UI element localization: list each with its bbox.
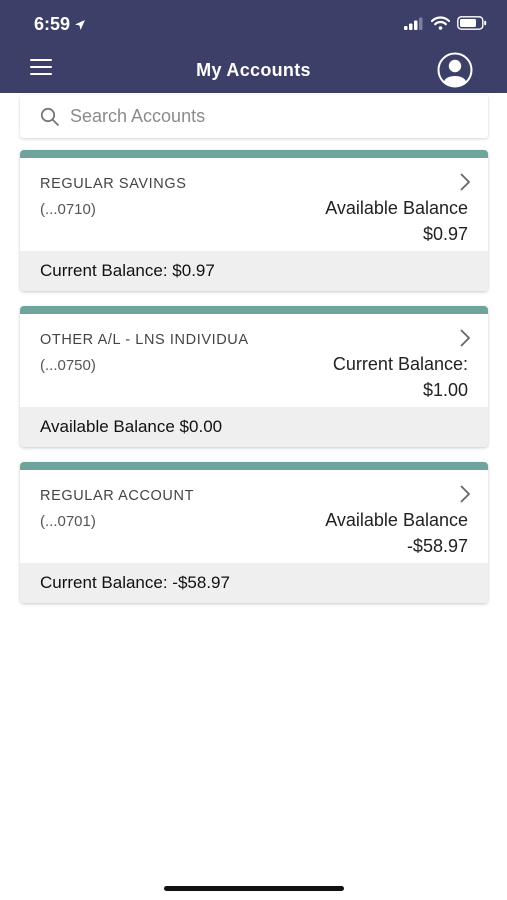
status-indicators [404,16,487,30]
account-card[interactable]: OTHER A/L - LNS INDIVIDUA (...0750) Curr… [20,306,488,447]
signal-icon [404,17,423,30]
page-title: My Accounts [196,60,311,80]
balance-label: Available Balance [325,510,468,530]
balance-label: Available Balance [325,198,468,218]
chevron-right-icon[interactable] [458,172,472,192]
card-accent-bar [20,462,488,470]
account-number: (...0710) [40,201,96,218]
location-arrow-icon [75,19,86,30]
profile-icon [437,52,473,88]
card-footer-balance: Available Balance $0.00 [20,407,488,447]
battery-icon [457,16,487,30]
account-number: (...0750) [40,357,96,374]
status-time: 6:59 [34,14,86,35]
card-accent-bar [20,150,488,158]
account-number: (...0701) [40,513,96,530]
balance-label: Current Balance: [332,354,468,374]
card-accent-bar [20,306,488,314]
search-bar[interactable] [20,95,488,138]
profile-button[interactable] [437,52,473,88]
account-name: OTHER A/L - LNS INDIVIDUA [40,332,249,348]
home-indicator[interactable] [164,886,344,891]
account-name: REGULAR SAVINGS [40,176,187,192]
status-time-text: 6:59 [34,14,71,34]
balance-value: -$58.97 [406,536,468,556]
search-icon [40,107,59,126]
account-name: REGULAR ACCOUNT [40,488,195,504]
card-footer-balance: Current Balance: -$58.97 [20,563,488,603]
chevron-right-icon[interactable] [458,328,472,348]
app-header: 6:59 My Accounts [0,0,507,93]
account-card[interactable]: REGULAR SAVINGS (...0710) Available Bala… [20,150,488,291]
card-footer-balance: Current Balance: $0.97 [20,251,488,291]
wifi-icon [431,16,450,30]
account-card[interactable]: REGULAR ACCOUNT (...0701) Available Bala… [20,462,488,603]
balance-value: $1.00 [422,380,468,400]
search-input[interactable] [68,105,472,128]
balance-value: $0.97 [422,224,468,244]
chevron-right-icon[interactable] [458,484,472,504]
